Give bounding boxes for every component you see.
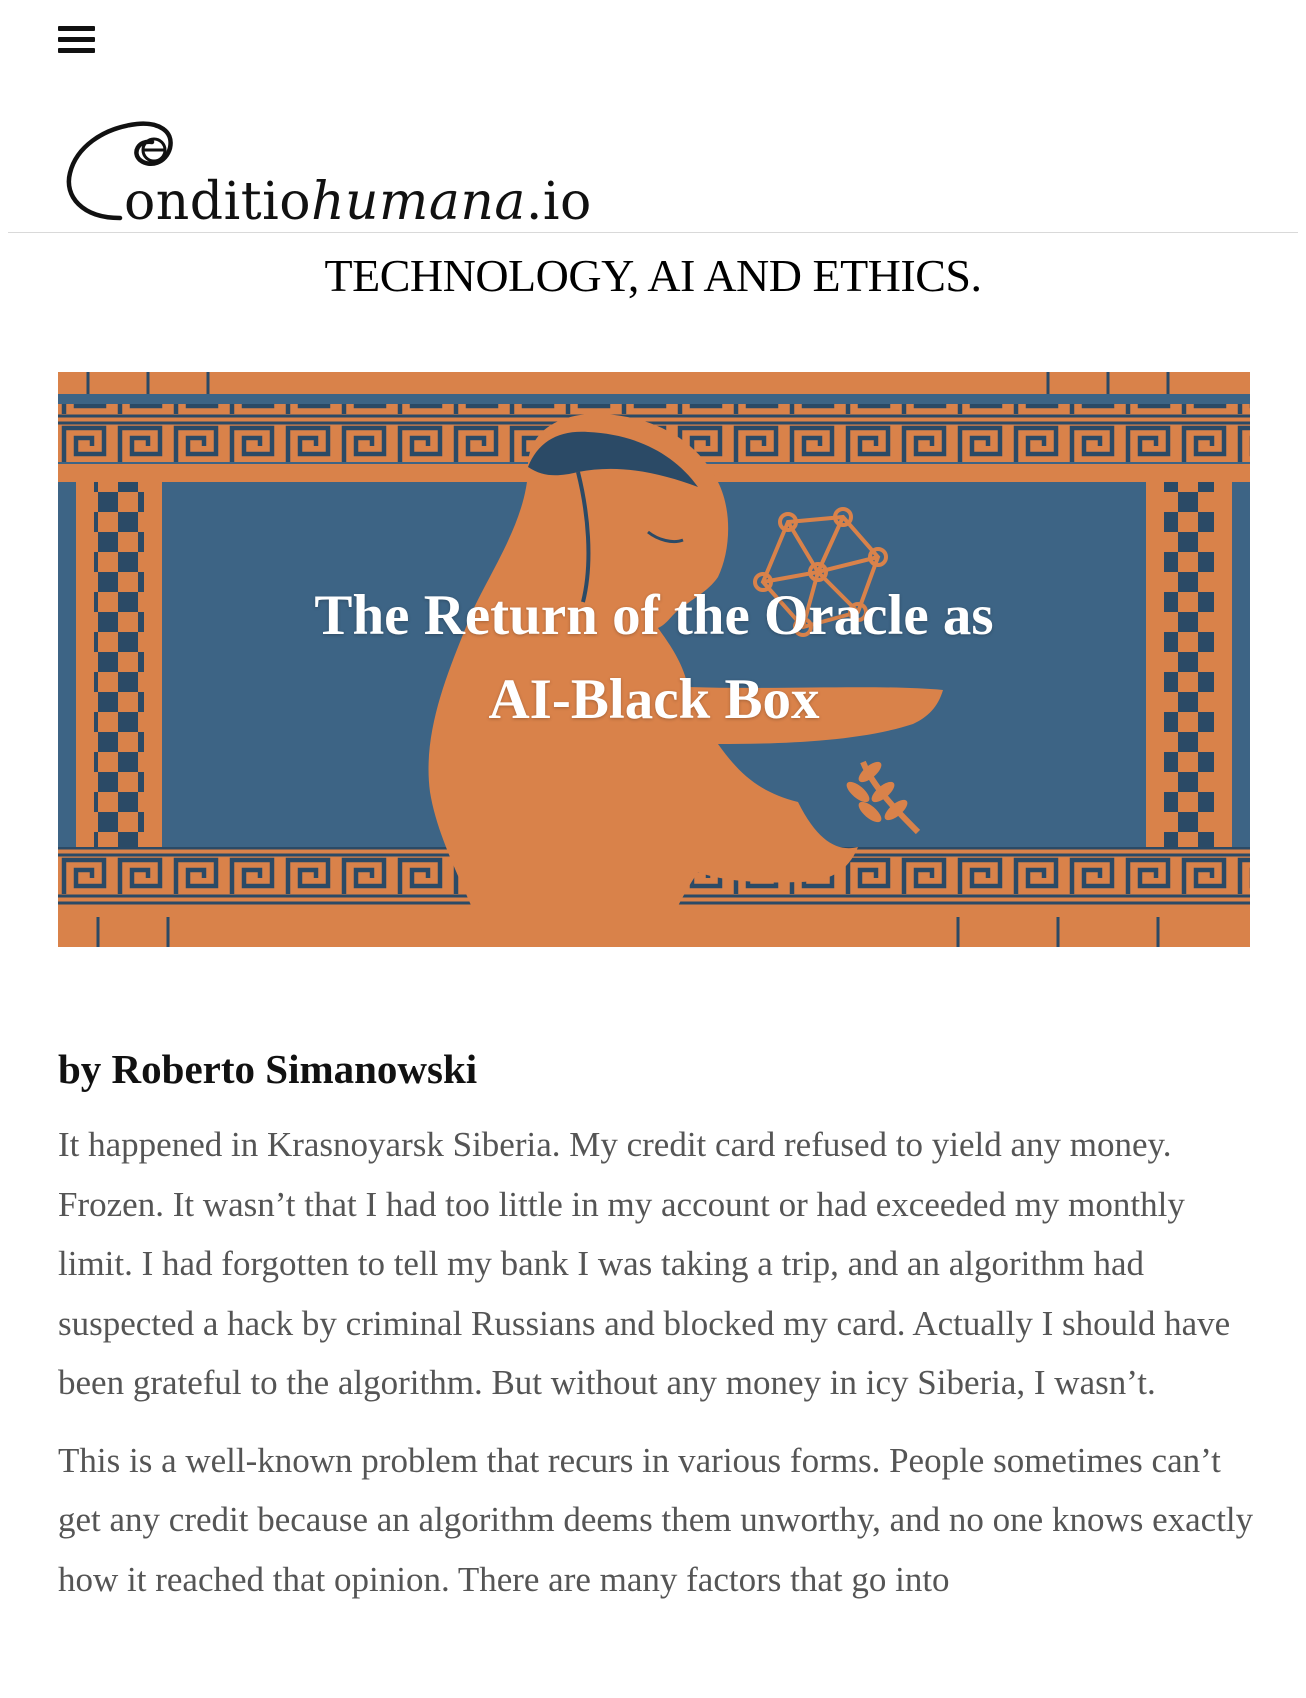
site-tagline: TECHNOLOGY, AI AND ETHICS. <box>324 250 983 301</box>
logo-text: onditiohumana.io <box>124 172 592 232</box>
hamburger-menu-icon[interactable] <box>58 26 95 56</box>
site-logo[interactable]: onditiohumana.io <box>62 118 591 232</box>
header-divider <box>8 232 1298 233</box>
article-body: It happened in Krasnoyarsk Siberia. My c… <box>58 1115 1258 1627</box>
article-byline: by Roberto Simanowski <box>58 1046 478 1092</box>
article-paragraph: This is a well-known problem that recurs… <box>58 1440 1254 1599</box>
article-paragraph: It happened in Krasnoyarsk Siberia. My c… <box>58 1125 1231 1402</box>
article-title: The Return of the Oracle as AI-Black Box <box>314 584 994 731</box>
hero-banner[interactable]: The Return of the Oracle as AI-Black Box <box>58 372 1250 947</box>
